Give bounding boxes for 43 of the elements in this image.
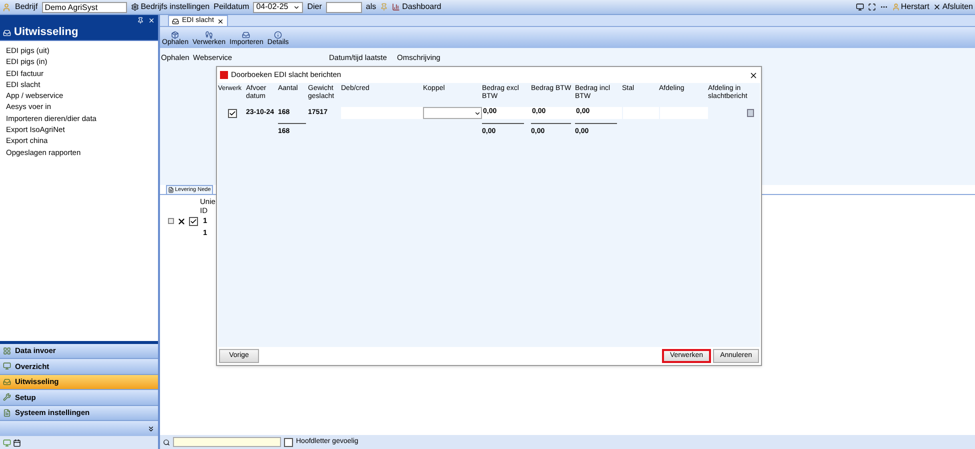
as-label: als	[366, 1, 376, 13]
window-icon[interactable]	[856, 3, 864, 11]
case-checkbox[interactable]	[284, 438, 293, 446]
nav-icon	[3, 378, 11, 386]
nav-icon	[3, 346, 11, 355]
nav-icon	[3, 393, 11, 402]
calendar-icon[interactable]	[13, 438, 21, 446]
close-icon[interactable]	[749, 70, 758, 80]
app-icon	[220, 71, 228, 79]
chevron-icon[interactable]	[147, 424, 155, 432]
search-field[interactable]	[173, 437, 281, 447]
user-icon	[892, 3, 900, 11]
tray-icon	[3, 28, 11, 36]
animal-label: Dier	[307, 1, 322, 13]
nav-icon	[3, 408, 11, 417]
expand-icon[interactable]	[168, 218, 174, 224]
close-icon	[216, 18, 224, 24]
company-label: Bedrijf	[15, 1, 38, 13]
deb-cred-field[interactable]	[341, 107, 423, 119]
restart-button[interactable]: Herstart	[892, 1, 930, 13]
close-icon	[933, 3, 942, 11]
nav-icon	[3, 362, 11, 370]
company-settings-button[interactable]: Bedrijfs instellingen	[130, 1, 210, 13]
gear-icon	[130, 3, 139, 11]
sidebar-title-text: Uitwisseling	[14, 25, 78, 40]
bar-chart-icon	[392, 3, 400, 11]
document-icon	[168, 187, 174, 193]
user-icon	[2, 2, 11, 12]
close-app-button[interactable]: Afsluiten	[933, 1, 973, 13]
pin-icon[interactable]	[137, 16, 144, 24]
row-checkbox[interactable]	[228, 108, 236, 118]
screenshot-icon[interactable]	[868, 3, 876, 11]
tray-icon	[172, 18, 179, 24]
search-icon	[163, 438, 170, 446]
delete-icon[interactable]	[177, 216, 186, 226]
row-checkbox[interactable]	[189, 216, 198, 226]
dropdown-icon	[293, 4, 300, 10]
date-label: Peildatum	[214, 1, 250, 13]
dashboard-button[interactable]: Dashboard	[392, 1, 442, 13]
dropdown-icon	[474, 110, 481, 116]
date-field[interactable]: 04-02-25	[253, 2, 304, 12]
animal-field[interactable]	[326, 2, 362, 12]
company-field[interactable]: Demo AgriSyst	[42, 2, 127, 12]
